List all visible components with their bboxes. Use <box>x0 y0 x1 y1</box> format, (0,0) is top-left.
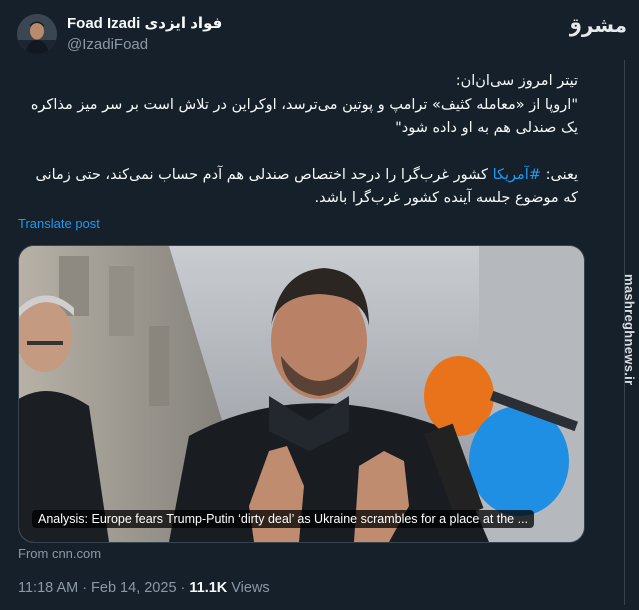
avatar-image <box>17 14 57 54</box>
views-label: Views <box>231 580 270 596</box>
logo-text: مشرق <box>569 13 627 37</box>
card-image <box>19 246 584 542</box>
post-time[interactable]: 11:18 AM <box>18 580 78 596</box>
meta-separator: · <box>82 580 88 596</box>
post-line-3: یعنی: #آمریکا کشور غرب‌گرا را درحد اختصا… <box>18 164 578 211</box>
post-meta: 11:18 AM · Feb 14, 2025 · 11.1K Views <box>18 580 270 596</box>
author-handle[interactable]: @IzadiFoad <box>67 36 148 53</box>
post-line-2: "اروپا از «معامله کثیف» ترامپ و پوتین می… <box>30 96 578 137</box>
link-card[interactable]: Analysis: Europe fears Trump-Putin ‘dirt… <box>18 245 585 543</box>
post-text: تیتر امروز سی‌ان‌ان: "اروپا از «معامله ک… <box>18 70 578 211</box>
post-line-1: تیتر امروز سی‌ان‌ان: <box>455 73 578 89</box>
post-date[interactable]: Feb 14, 2025 <box>91 580 176 596</box>
hashtag-link[interactable]: #آمریکا <box>493 167 541 183</box>
avatar[interactable] <box>17 14 57 54</box>
meta-separator-2: · <box>180 580 186 596</box>
author-name[interactable]: Foad Izadi فواد ایزدی <box>67 14 222 32</box>
author-name-row[interactable]: Foad Izadi فواد ایزدی <box>67 14 222 32</box>
translate-post-link[interactable]: Translate post <box>18 216 100 231</box>
card-caption: Analysis: Europe fears Trump-Putin ‘dirt… <box>32 510 535 528</box>
mashregh-logo: مشرق <box>564 6 629 46</box>
watermark-side-text: mashreghnews.ir <box>622 274 637 386</box>
post-line-3-prefix: یعنی: <box>545 166 578 183</box>
card-source[interactable]: From cnn.com <box>18 546 101 561</box>
views-count: 11.1K <box>189 580 228 596</box>
